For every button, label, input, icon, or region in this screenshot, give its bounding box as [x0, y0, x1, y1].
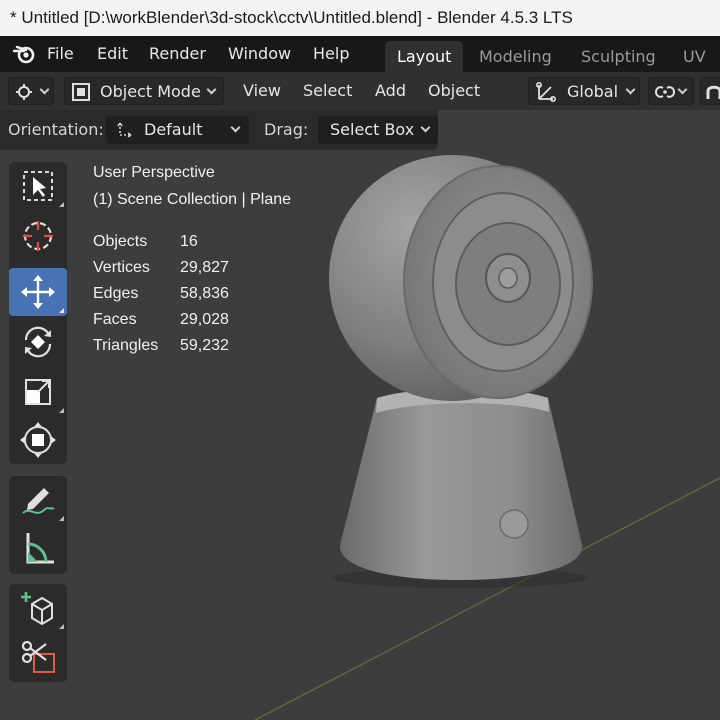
orientation-setting-label: Orientation: — [8, 120, 104, 139]
stat-label: Edges — [93, 285, 139, 302]
blender-logo-icon[interactable] — [12, 43, 36, 65]
drag-setting-value: Select Box — [330, 120, 415, 139]
view-name-text: User Perspective — [93, 164, 215, 181]
tool-transform[interactable] — [9, 416, 67, 464]
magnet-icon — [706, 85, 720, 99]
header-menu-object[interactable]: Object — [428, 77, 480, 105]
tool-scale[interactable] — [9, 368, 67, 416]
drag-setting-label: Drag: — [264, 120, 309, 139]
menu-file[interactable]: File — [47, 36, 74, 72]
mode-label: Object Mode — [100, 82, 201, 101]
stat-label: Triangles — [93, 337, 159, 354]
toolbar-annotate-group — [9, 476, 67, 574]
rotate-icon — [24, 326, 52, 358]
move-icon — [21, 275, 55, 309]
tool-select-box[interactable] — [9, 162, 67, 210]
transform-icon — [20, 422, 56, 458]
tool-rotate[interactable] — [9, 318, 67, 366]
tool-annotate[interactable] — [9, 476, 67, 524]
editor-type-icon — [16, 84, 32, 100]
stat-value: 58,836 — [180, 285, 229, 302]
orientation-label: Global — [567, 82, 619, 101]
object-mode-icon — [72, 83, 90, 101]
link-icon — [654, 86, 676, 98]
editor-type-button[interactable] — [8, 77, 54, 105]
menu-edit[interactable]: Edit — [97, 36, 128, 72]
measure-icon — [26, 533, 54, 564]
tool-add-cube[interactable] — [9, 584, 67, 632]
tool-cursor[interactable] — [9, 212, 67, 260]
snap-toggle[interactable] — [700, 77, 720, 105]
transform-orientation-dropdown[interactable]: Global — [528, 77, 640, 105]
scale-icon — [25, 379, 51, 405]
tool-cut[interactable] — [9, 632, 67, 680]
top-menu-bar: File Edit Render Window Help Layout Mode… — [0, 36, 720, 97]
toolbar-transform-group — [9, 162, 67, 464]
orientation-setting-value: Default — [144, 120, 203, 139]
window-title: * Untitled [D:\workBlender\3d-stock\cctv… — [10, 8, 573, 27]
stat-value: 29,827 — [180, 259, 229, 276]
cursor-icon — [23, 221, 53, 251]
header-menu-view[interactable]: View — [243, 77, 281, 105]
stat-value: 59,232 — [180, 337, 229, 354]
3d-viewport[interactable]: User Perspective (1) Scene Collection | … — [0, 150, 720, 720]
cut-icon — [21, 640, 55, 673]
status-button — [499, 509, 529, 539]
orientation-gizmo-icon — [117, 122, 132, 138]
mode-dropdown[interactable]: Object Mode — [64, 77, 224, 105]
tab-modeling[interactable]: Modeling — [467, 41, 564, 72]
tool-measure[interactable] — [9, 524, 67, 572]
header-menu-select[interactable]: Select — [303, 77, 352, 105]
camera-base — [339, 388, 583, 580]
menu-render[interactable]: Render — [149, 36, 206, 72]
header-menu-add[interactable]: Add — [375, 77, 406, 105]
collection-text: (1) Scene Collection | Plane — [93, 191, 292, 208]
select-box-icon — [23, 171, 53, 201]
tool-move[interactable] — [9, 268, 67, 316]
menu-window[interactable]: Window — [228, 36, 291, 72]
viewport-header: Object Mode View Select Add Object Globa… — [0, 72, 720, 110]
drag-setting-dropdown[interactable]: Select Box — [318, 116, 438, 144]
orientation-setting-dropdown[interactable]: Default — [106, 116, 249, 144]
add-cube-icon — [21, 592, 53, 626]
stat-label: Objects — [93, 233, 148, 250]
stat-value: 29,028 — [180, 311, 229, 328]
stat-value: 16 — [180, 233, 198, 250]
tab-sculpting[interactable]: Sculpting — [569, 41, 668, 72]
annotate-icon — [22, 488, 55, 514]
orientation-icon — [535, 81, 557, 103]
tab-layout[interactable]: Layout — [385, 41, 464, 72]
menu-help[interactable]: Help — [313, 36, 349, 72]
toolbar-edit-group — [9, 584, 67, 682]
pivot-point-dropdown[interactable] — [648, 77, 694, 105]
stat-label: Faces — [93, 311, 137, 328]
stat-label: Vertices — [93, 259, 150, 276]
window-title-bar: * Untitled [D:\workBlender\3d-stock\cctv… — [0, 0, 720, 36]
tool-settings-bar: Orientation: Default Drag: Select Box — [0, 110, 438, 150]
tab-uv-editing[interactable]: UV E — [671, 41, 720, 97]
